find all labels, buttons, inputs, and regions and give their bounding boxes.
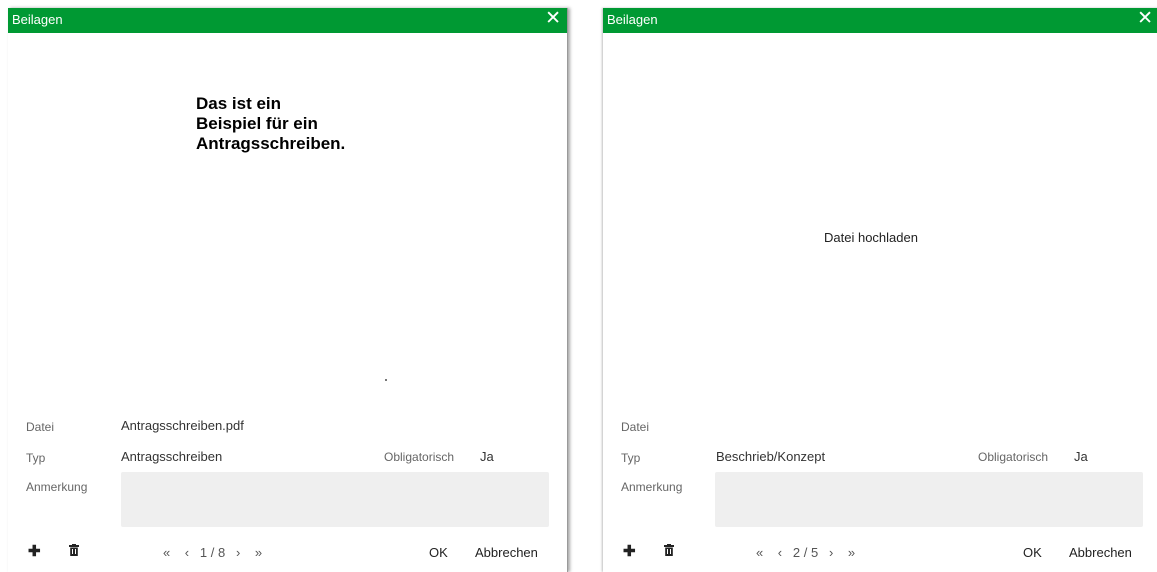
ok-button[interactable]: OK [429, 545, 448, 560]
typ-label: Typ [26, 451, 46, 465]
prev-page-button[interactable]: ‹ [778, 545, 782, 560]
prev-page-button[interactable]: ‹ [185, 545, 189, 560]
dialog-title: Beilagen [607, 12, 658, 27]
document-text: Das ist ein Beispiel für ein Antragsschr… [196, 94, 345, 154]
document-line: Das ist ein [196, 94, 282, 113]
plus-icon[interactable]: ✚ [623, 542, 636, 560]
dialog-title: Beilagen [12, 12, 63, 27]
typ-label: Typ [621, 451, 641, 465]
last-page-button[interactable]: » [848, 545, 855, 560]
first-page-button[interactable]: « [756, 545, 763, 560]
trash-icon[interactable] [69, 544, 79, 556]
cancel-button[interactable]: Abbrechen [1069, 545, 1132, 560]
anmerkung-label: Anmerkung [26, 480, 88, 494]
ok-button[interactable]: OK [1023, 545, 1042, 560]
dialog-footer: ✚ « ‹ 2 / 5 › » OK Abbrechen [603, 542, 1157, 564]
pager: « ‹ 2 / 5 › » [756, 545, 855, 560]
dialog-footer: ✚ « ‹ 1 / 8 › » OK Abbrechen [8, 542, 567, 564]
anmerkung-input[interactable] [121, 472, 549, 527]
next-page-button[interactable]: › [236, 545, 240, 560]
obligatorisch-value: Ja [480, 449, 494, 464]
beilagen-dialog-1: Beilagen ✕ Das ist ein Beispiel für ein … [8, 8, 568, 572]
cancel-button[interactable]: Abbrechen [475, 545, 538, 560]
obligatorisch-value: Ja [1074, 449, 1088, 464]
document-mark [385, 379, 387, 381]
close-icon[interactable]: ✕ [545, 9, 561, 29]
next-page-button[interactable]: › [829, 545, 833, 560]
last-page-button[interactable]: » [255, 545, 262, 560]
anmerkung-label: Anmerkung [621, 480, 683, 494]
dialog-titlebar: Beilagen ✕ [8, 8, 567, 33]
upload-label[interactable]: Datei hochladen [824, 230, 918, 245]
obligatorisch-label: Obligatorisch [384, 450, 455, 464]
upload-area[interactable]: Datei hochladen [603, 33, 1157, 408]
plus-icon[interactable]: ✚ [28, 542, 41, 560]
anmerkung-input[interactable] [715, 472, 1143, 527]
document-preview: Das ist ein Beispiel für ein Antragsschr… [8, 33, 567, 408]
typ-value: Beschrieb/Konzept [716, 449, 826, 464]
trash-icon[interactable] [664, 544, 674, 556]
first-page-button[interactable]: « [163, 545, 170, 560]
obligatorisch-label: Obligatorisch [978, 450, 1049, 464]
page-indicator: 1 / 8 [199, 545, 226, 560]
dialog-titlebar: Beilagen ✕ [603, 8, 1157, 33]
pager: « ‹ 1 / 8 › » [163, 545, 262, 560]
close-icon[interactable]: ✕ [1137, 9, 1153, 29]
beilagen-dialog-2: Beilagen ✕ Datei hochladen Datei Typ Bes… [603, 8, 1157, 572]
document-line: Antragsschreiben. [196, 134, 346, 153]
typ-value: Antragsschreiben [121, 449, 223, 464]
page-indicator: 2 / 5 [792, 545, 819, 560]
datei-label: Datei [621, 420, 650, 434]
document-line: Beispiel für ein [196, 114, 318, 133]
datei-label: Datei [26, 420, 55, 434]
datei-value: Antragsschreiben.pdf [121, 418, 244, 433]
